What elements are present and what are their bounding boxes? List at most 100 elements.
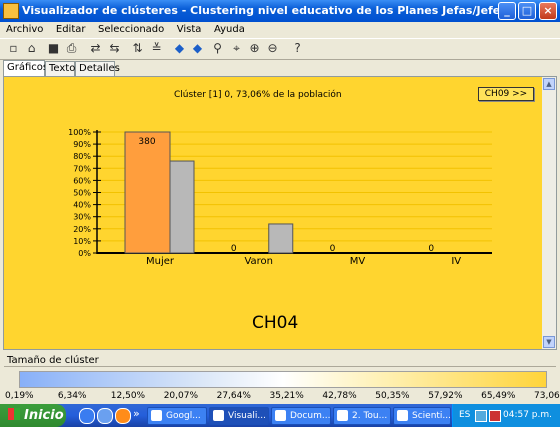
bar xyxy=(268,223,294,254)
zoom-out-icon[interactable]: ⊖ xyxy=(265,41,280,56)
scroll-up-icon[interactable]: ▲ xyxy=(543,78,555,90)
y-tick-label: 90% xyxy=(73,140,91,149)
y-tick-label: 70% xyxy=(73,164,91,173)
browser-icon xyxy=(151,410,162,421)
bar-chart: 0% 10% 20% 30% 40% 50% 60% 70% 80% 90% 100% 380 Muje… xyxy=(68,128,492,267)
data-label: 0 xyxy=(428,244,434,254)
bar xyxy=(124,131,171,254)
maximize-button[interactable]: □ xyxy=(518,2,536,20)
size-tick-label: 65,49% xyxy=(481,391,516,401)
task-documento[interactable]: Docum... xyxy=(271,407,331,425)
x-tick-label: Mujer xyxy=(146,256,175,267)
task-label: Scienti... xyxy=(412,411,451,421)
print-icon[interactable]: ⎙ xyxy=(64,41,79,56)
open-icon[interactable]: ⌂ xyxy=(24,41,39,56)
find-icon[interactable]: ⚲ xyxy=(210,41,225,56)
size-tick-label: 6,34% xyxy=(57,391,87,401)
scroll-down-icon[interactable]: ▼ xyxy=(543,336,555,348)
size-tick-label: 73,06% xyxy=(534,391,560,401)
cluster-size-label: Tamaño de clúster xyxy=(7,355,99,366)
quicklaunch-chevron-icon[interactable]: » xyxy=(133,407,140,420)
size-tick-label: 50,35% xyxy=(375,391,410,401)
cluster-size-gradient[interactable] xyxy=(19,371,547,388)
save-icon[interactable]: ■ xyxy=(46,41,61,56)
x-tick-label: Varon xyxy=(244,256,273,267)
size-tick-label: 20,07% xyxy=(163,391,199,401)
bar xyxy=(169,160,195,254)
task-visualizador[interactable]: Visuali... xyxy=(209,407,269,425)
y-tick-label: 30% xyxy=(73,213,91,222)
divider xyxy=(4,366,556,367)
toolbar: ▫ ⌂ ■ ⎙ ⇄ ⇆ ⇅ ≚ ◆ ◆ ⚲ ⌖ ⊕ ⊖ ? xyxy=(0,38,560,60)
prev-icon[interactable]: ◆ xyxy=(172,41,187,56)
vertical-scrollbar[interactable]: ▲ ▼ xyxy=(542,77,556,349)
firefox-icon[interactable] xyxy=(115,408,131,424)
help-icon[interactable]: ? xyxy=(290,41,305,56)
tab-texto[interactable]: Texto xyxy=(45,61,75,76)
start-label: Inicio xyxy=(24,408,64,423)
task-label: Googl... xyxy=(166,411,201,421)
task-label: 2. Tou... xyxy=(352,411,388,421)
filter-icon[interactable]: ≚ xyxy=(149,41,164,56)
y-tick-label: 60% xyxy=(73,176,91,185)
document-icon xyxy=(275,410,286,421)
cluster-name: CH04 xyxy=(252,313,299,333)
task-scientific[interactable]: Scienti... xyxy=(393,407,451,425)
minimize-button[interactable]: _ xyxy=(498,2,516,20)
zoom-in-icon[interactable]: ⊕ xyxy=(247,41,262,56)
menu-bar: Archivo Editar Seleccionado Vista Ayuda xyxy=(0,22,560,37)
size-tick-label: 12,50% xyxy=(110,391,146,401)
menu-editar[interactable]: Editar xyxy=(56,24,86,35)
app-icon xyxy=(3,3,19,19)
app-icon xyxy=(213,410,224,421)
task-label: Docum... xyxy=(290,411,331,421)
start-button[interactable]: Inicio xyxy=(0,404,66,427)
size-tick-label: 0,19% xyxy=(5,391,34,401)
size-tick-label: 27,64% xyxy=(216,391,251,401)
chart-panel: Clúster [1] 0, 73,06% de la población CH… xyxy=(3,76,557,350)
data-label: 0 xyxy=(231,244,237,254)
system-tray: ES 04:57 p.m. xyxy=(452,404,560,427)
y-tick-label: 0% xyxy=(78,249,91,258)
menu-vista[interactable]: Vista xyxy=(177,24,202,35)
desktop-icon[interactable] xyxy=(97,408,113,424)
task-tour[interactable]: 2. Tou... xyxy=(333,407,391,425)
tab-graficos[interactable]: Gráficos xyxy=(3,60,48,77)
title-bar: Visualizador de clústeres - Clustering n… xyxy=(0,0,560,22)
menu-seleccionado[interactable]: Seleccionado xyxy=(98,24,164,35)
swap-back-icon[interactable]: ⇆ xyxy=(107,41,122,56)
next-icon[interactable]: ◆ xyxy=(190,41,205,56)
cluster-size-panel: Tamaño de clúster 0,19% 6,34% 12,50% 20,07%… xyxy=(0,352,560,404)
sort-icon[interactable]: ⇅ xyxy=(130,41,145,56)
clock: 04:57 p.m. xyxy=(503,410,552,420)
x-tick-label: MV xyxy=(350,256,366,267)
y-tick-label: 100% xyxy=(68,128,91,137)
size-tick-label: 42,78% xyxy=(322,391,357,401)
size-tick-label: 57,92% xyxy=(428,391,463,401)
data-label: 0 xyxy=(330,244,336,254)
swap-icon[interactable]: ⇄ xyxy=(88,41,103,56)
y-tick-label: 20% xyxy=(73,225,91,234)
windows-flag-icon xyxy=(8,408,20,420)
y-tick-label: 50% xyxy=(73,189,91,198)
menu-archivo[interactable]: Archivo xyxy=(6,24,43,35)
tour-icon xyxy=(337,410,348,421)
magic-icon[interactable]: ⌖ xyxy=(229,41,244,56)
size-tick-label: 35,21% xyxy=(269,391,304,401)
window-title: Visualizador de clústeres - Clustering n… xyxy=(22,4,512,17)
ie-icon[interactable] xyxy=(79,408,95,424)
network-icon[interactable] xyxy=(475,410,487,422)
new-icon[interactable]: ▫ xyxy=(6,41,21,56)
y-tick-label: 10% xyxy=(73,237,91,246)
window-icon xyxy=(397,410,408,421)
task-google[interactable]: Googl... xyxy=(147,407,207,425)
x-tick-label: IV xyxy=(451,256,461,267)
data-label: 380 xyxy=(138,137,155,147)
language-indicator[interactable]: ES xyxy=(459,404,470,427)
close-button[interactable]: × xyxy=(539,2,557,20)
security-icon[interactable] xyxy=(489,410,501,422)
y-tick-label: 80% xyxy=(73,152,91,161)
tab-detalles[interactable]: Detalles xyxy=(75,61,120,76)
y-tick-label: 40% xyxy=(73,201,91,210)
menu-ayuda[interactable]: Ayuda xyxy=(214,24,245,35)
